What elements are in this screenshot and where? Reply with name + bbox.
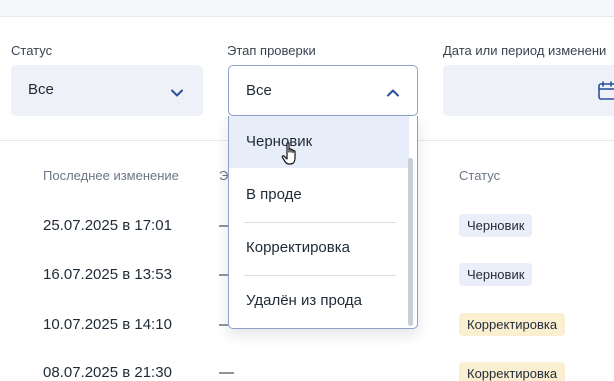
row-date: 25.07.2025 в 17:01 <box>43 217 172 234</box>
row-date: 16.07.2025 в 13:53 <box>43 266 172 283</box>
stage-filter-select[interactable]: Все <box>228 65 418 116</box>
stage-filter-value: Все <box>246 82 272 99</box>
status-filter-label: Статус <box>11 43 53 58</box>
dropdown-option-label: Черновик <box>246 133 313 150</box>
dropdown-option-draft[interactable]: Черновик <box>229 116 409 168</box>
top-bar <box>0 0 614 17</box>
date-filter-input[interactable] <box>443 65 614 116</box>
row-date: 10.07.2025 в 14:10 <box>43 316 172 333</box>
column-header-last-change[interactable]: Последнее изменение <box>43 168 179 183</box>
dropdown-option-label: В проде <box>246 186 302 203</box>
stage-dropdown-menu: Черновик В проде Корректировка Удалён из… <box>228 116 418 329</box>
row-date: 08.07.2025 в 21:30 <box>43 364 172 381</box>
date-filter-label: Дата или период изменени <box>443 43 607 58</box>
status-filter-select[interactable]: Все <box>11 65 203 116</box>
dropdown-option-correction[interactable]: Корректировка <box>229 222 409 274</box>
dropdown-option-in-prod[interactable]: В проде <box>229 169 409 221</box>
dropdown-scrollbar[interactable] <box>408 158 413 326</box>
dropdown-option-label: Корректировка <box>246 239 350 256</box>
status-badge: Корректировка <box>459 362 566 381</box>
calendar-icon[interactable] <box>598 80 614 100</box>
chevron-down-icon <box>169 85 185 101</box>
chevron-up-icon <box>385 85 401 101</box>
stage-filter-label: Этап проверки <box>227 43 316 58</box>
status-filter-value: Все <box>28 81 54 98</box>
dropdown-option-removed[interactable]: Удалён из прода <box>229 275 409 327</box>
column-header-status[interactable]: Статус <box>459 168 500 183</box>
status-badge: Черновик <box>459 263 533 286</box>
status-badge: Черновик <box>459 214 533 237</box>
dropdown-option-label: Удалён из прода <box>246 292 362 309</box>
hand-pointer-icon <box>281 141 301 167</box>
column-header-stage[interactable]: Э <box>219 168 228 183</box>
row-stage: — <box>219 364 234 381</box>
status-badge: Корректировка <box>459 313 566 336</box>
